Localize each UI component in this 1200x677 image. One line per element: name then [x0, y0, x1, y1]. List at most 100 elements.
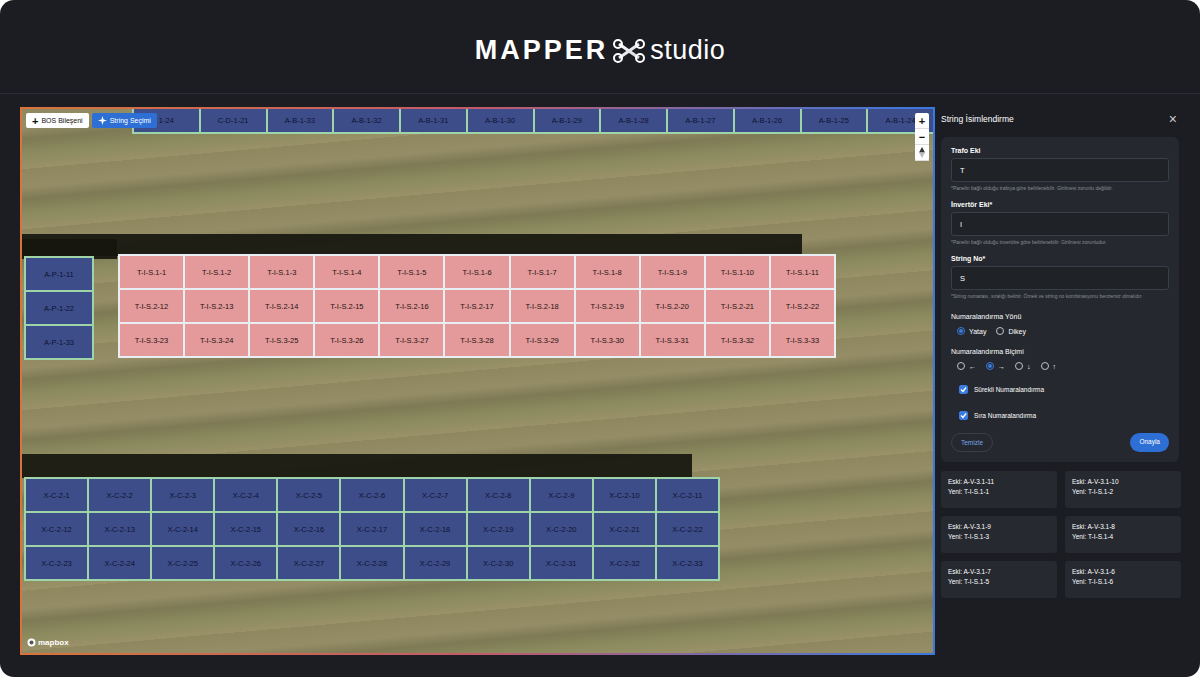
string-cell[interactable]: A-P-1-22 — [26, 292, 92, 324]
string-cell[interactable]: A-B-1-33 — [268, 108, 333, 132]
string-cell[interactable]: A-P-1-11 — [26, 258, 92, 290]
string-cell[interactable]: X-C-2-14 — [152, 513, 213, 545]
string-cell[interactable]: X-C-2-8 — [468, 479, 529, 511]
string-cell[interactable]: X-C-2-32 — [594, 547, 655, 579]
string-cell[interactable]: T-I-S.2-20 — [641, 290, 704, 322]
string-cell[interactable]: X-C-2-33 — [657, 547, 718, 579]
string-cell[interactable]: X-C-2-30 — [468, 547, 529, 579]
string-cell[interactable]: T-I-S.2-16 — [380, 290, 443, 322]
compass-button[interactable] — [915, 145, 929, 161]
string-cell[interactable]: X-C-2-26 — [215, 547, 276, 579]
zoom-out-button[interactable]: − — [915, 129, 929, 145]
string-cell[interactable]: X-C-2-31 — [531, 547, 592, 579]
string-cell[interactable]: A-B-1-29 — [535, 108, 600, 132]
string-cell[interactable]: T-I-S.3-26 — [315, 324, 378, 356]
string-cell[interactable]: X-C-2-25 — [152, 547, 213, 579]
string-cell[interactable]: T-I-S.3-29 — [511, 324, 574, 356]
checkbox[interactable] — [959, 411, 968, 420]
string-cell[interactable]: A-P-1-33 — [26, 326, 92, 358]
string-cell[interactable]: X-C-2-24 — [89, 547, 150, 579]
string-cell[interactable]: T-I-S.2-17 — [445, 290, 508, 322]
close-icon[interactable]: × — [1169, 111, 1177, 127]
string-cell[interactable]: T-I-S.3-23 — [120, 324, 183, 356]
string-cell[interactable]: T-I-S.3-30 — [576, 324, 639, 356]
string-cell[interactable]: X-C-2-15 — [215, 513, 276, 545]
string-cell[interactable]: X-C-2-1 — [26, 479, 87, 511]
radio-option[interactable]: ← — [957, 362, 976, 370]
string-cell[interactable]: A-B-1-25 — [802, 108, 867, 132]
text-input[interactable]: T — [951, 158, 1169, 182]
string-cell[interactable]: X-C-2-28 — [341, 547, 402, 579]
string-cell[interactable]: A-B-1-28 — [601, 108, 666, 132]
text-input[interactable]: I — [951, 212, 1169, 236]
string-cell[interactable]: X-C-2-5 — [278, 479, 339, 511]
string-cell[interactable]: A-B-1-31 — [401, 108, 466, 132]
string-cell[interactable]: T-I-S.1-5 — [380, 256, 443, 288]
string-cell[interactable]: X-C-2-18 — [405, 513, 466, 545]
radio-option[interactable]: Yatay — [957, 327, 986, 335]
string-cell[interactable]: T-I-S.3-33 — [771, 324, 834, 356]
string-cell[interactable]: T-I-S.1-6 — [445, 256, 508, 288]
string-cell[interactable]: X-C-2-7 — [405, 479, 466, 511]
string-cell[interactable]: T-I-S.1-1 — [120, 256, 183, 288]
string-cell[interactable]: X-C-2-10 — [594, 479, 655, 511]
string-cell[interactable]: T-I-S.1-9 — [641, 256, 704, 288]
string-cell[interactable]: X-C-2-2 — [89, 479, 150, 511]
string-cell[interactable]: T-I-S.1-11 — [771, 256, 834, 288]
string-cell[interactable]: X-C-2-21 — [594, 513, 655, 545]
string-cell[interactable]: T-I-S.3-27 — [380, 324, 443, 356]
map-view[interactable]: 1-24C-D-1-21A-B-1-33A-B-1-32A-B-1-31A-B-… — [20, 107, 935, 655]
string-cell[interactable]: T-I-S.1-3 — [250, 256, 313, 288]
string-cell[interactable]: X-C-2-11 — [657, 479, 718, 511]
string-cell[interactable]: T-I-S.1-4 — [315, 256, 378, 288]
string-cell[interactable]: A-B-1-26 — [735, 108, 800, 132]
string-cell[interactable]: T-I-S.2-12 — [120, 290, 183, 322]
string-cell[interactable]: T-I-S.1-2 — [185, 256, 248, 288]
string-cell[interactable]: X-C-2-6 — [341, 479, 402, 511]
string-cell[interactable]: X-C-2-20 — [531, 513, 592, 545]
string-cell[interactable]: T-I-S.3-28 — [445, 324, 508, 356]
string-cell[interactable]: T-I-S.3-24 — [185, 324, 248, 356]
string-cell[interactable]: X-C-2-16 — [278, 513, 339, 545]
string-cell[interactable]: X-C-2-19 — [468, 513, 529, 545]
string-cell[interactable]: T-I-S.3-31 — [641, 324, 704, 356]
string-cell[interactable]: T-I-S.2-14 — [250, 290, 313, 322]
string-cell[interactable]: T-I-S.1-8 — [576, 256, 639, 288]
string-cell[interactable]: T-I-S.1-10 — [706, 256, 769, 288]
string-cell[interactable]: T-I-S.2-21 — [706, 290, 769, 322]
radio-option[interactable]: Dikey — [996, 327, 1026, 335]
checkbox-row[interactable]: Sıra Numaralandırma — [951, 411, 1169, 420]
string-cell[interactable]: X-C-2-12 — [26, 513, 87, 545]
text-input[interactable]: S — [951, 266, 1169, 290]
string-cell[interactable]: A-B-1-32 — [334, 108, 399, 132]
checkbox-row[interactable]: Sürekli Numaralandırma — [951, 385, 1169, 394]
radio-option[interactable]: ↓ — [1015, 362, 1031, 370]
string-cell[interactable]: X-C-2-13 — [89, 513, 150, 545]
string-cell[interactable]: C-D-1-21 — [201, 108, 266, 132]
string-cell[interactable]: X-C-2-27 — [278, 547, 339, 579]
string-cell[interactable]: X-C-2-3 — [152, 479, 213, 511]
tool-button[interactable]: +BOS Bileşeni — [26, 113, 89, 128]
string-cell[interactable]: X-C-2-9 — [531, 479, 592, 511]
string-cell[interactable]: T-I-S.2-19 — [576, 290, 639, 322]
checkbox[interactable] — [959, 385, 968, 394]
radio-option[interactable]: → — [986, 362, 1005, 370]
string-cell[interactable]: A-B-1-27 — [668, 108, 733, 132]
string-cell[interactable]: T-I-S.3-25 — [250, 324, 313, 356]
string-cell[interactable]: X-C-2-23 — [26, 547, 87, 579]
string-cell[interactable]: X-C-2-29 — [405, 547, 466, 579]
string-cell[interactable]: X-C-2-4 — [215, 479, 276, 511]
string-cell[interactable]: X-C-2-22 — [657, 513, 718, 545]
radio-option[interactable]: ↑ — [1041, 362, 1057, 370]
string-cell[interactable]: T-I-S.2-22 — [771, 290, 834, 322]
string-cell[interactable]: T-I-S.2-18 — [511, 290, 574, 322]
zoom-in-button[interactable]: + — [915, 113, 929, 129]
string-cell[interactable]: T-I-S.3-32 — [706, 324, 769, 356]
string-cell[interactable]: T-I-S.1-7 — [511, 256, 574, 288]
tool-button[interactable]: String Seçimi — [92, 113, 157, 128]
string-cell[interactable]: X-C-2-17 — [341, 513, 402, 545]
secondary-button[interactable]: Temizle — [951, 433, 993, 452]
string-cell[interactable]: T-I-S.2-15 — [315, 290, 378, 322]
primary-button[interactable]: Onayla — [1130, 433, 1169, 452]
string-cell[interactable]: A-B-1-30 — [468, 108, 533, 132]
